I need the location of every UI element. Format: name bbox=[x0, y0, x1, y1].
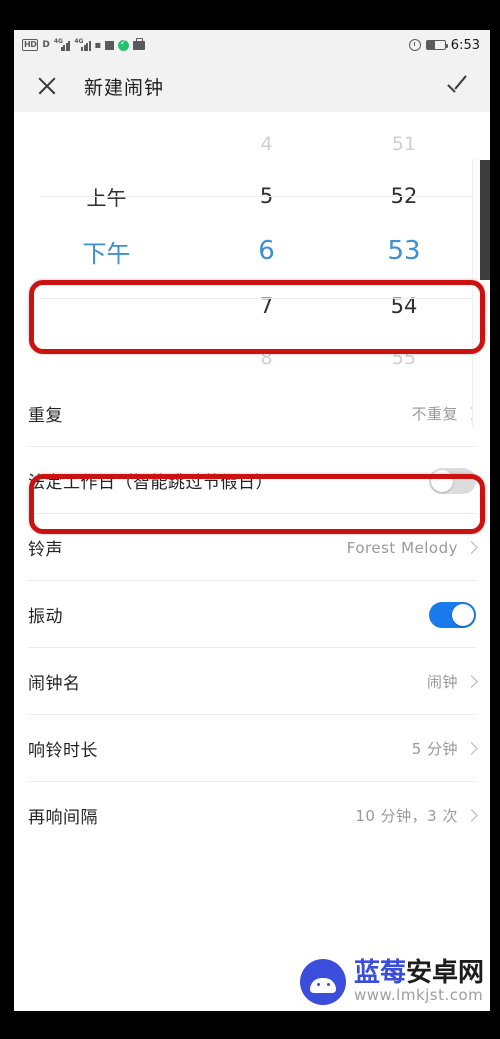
hd-icon: HD bbox=[22, 39, 39, 51]
row-value: Forest Melody bbox=[346, 538, 458, 557]
row-label: 重复 bbox=[28, 406, 63, 426]
scrollbar-thumb[interactable] bbox=[480, 160, 490, 280]
picker-divider-bottom bbox=[40, 298, 476, 299]
android-logo-icon bbox=[299, 959, 346, 1005]
minute-option[interactable]: 51 bbox=[334, 133, 474, 155]
settings-row-workday[interactable]: 法定工作日（智能跳过节假日） bbox=[14, 447, 490, 514]
settings-row-vibrate[interactable]: 振动 bbox=[14, 581, 490, 648]
minute-option[interactable]: 55 bbox=[334, 347, 474, 369]
battery-icon bbox=[425, 40, 449, 50]
time-picker[interactable]: 4 51 上午 5 52 下午 6 53 7 54 8 55 bbox=[14, 112, 490, 380]
settings-row-alarm-name[interactable]: 闹钟名 闹钟 bbox=[14, 648, 490, 715]
signal-4g-icon-2: 4G bbox=[74, 38, 91, 51]
workday-toggle[interactable] bbox=[429, 467, 476, 494]
watermark: 蓝莓安卓网 www.lmkjst.com bbox=[299, 959, 484, 1005]
chevron-right-icon bbox=[465, 541, 478, 554]
row-label: 铃声 bbox=[28, 540, 63, 560]
picker-row-selected[interactable]: 下午 6 53 bbox=[14, 222, 490, 280]
row-label: 再响间隔 bbox=[28, 808, 98, 828]
wifi-icon: ⏹ bbox=[94, 38, 101, 52]
toggle-knob bbox=[452, 603, 474, 626]
status-bar-left-icons: HD D 4G 4G ⏹ bbox=[22, 38, 145, 52]
watermark-title-blue: 蓝莓 bbox=[353, 958, 406, 989]
toggle-knob bbox=[431, 469, 453, 492]
chevron-right-icon bbox=[465, 675, 478, 688]
row-label: 法定工作日（智能跳过节假日） bbox=[28, 473, 273, 493]
alarm-icon bbox=[408, 39, 421, 51]
settings-row-snooze-interval[interactable]: 再响间隔 10 分钟，3 次 bbox=[14, 782, 490, 849]
sdcard-icon bbox=[104, 40, 114, 50]
row-label: 振动 bbox=[28, 607, 63, 627]
row-value: 10 分钟，3 次 bbox=[355, 807, 458, 825]
status-bar: HD D 4G 4G ⏹ 6:53 bbox=[14, 30, 490, 60]
hour-option-selected[interactable]: 6 bbox=[199, 236, 334, 266]
picker-row-far-below[interactable]: 8 55 bbox=[14, 332, 490, 384]
check-icon[interactable] bbox=[446, 76, 472, 96]
scrollbar-track[interactable] bbox=[472, 158, 480, 428]
chevron-right-icon bbox=[465, 742, 478, 755]
picker-divider-top bbox=[40, 196, 476, 197]
settings-row-ring-duration[interactable]: 响铃时长 5 分钟 bbox=[14, 715, 490, 782]
row-label: 闹钟名 bbox=[28, 674, 81, 694]
status-bar-right-icons: 6:53 bbox=[408, 37, 480, 53]
picker-row-below[interactable]: 7 54 bbox=[14, 280, 490, 332]
briefcase-icon bbox=[132, 38, 145, 50]
watermark-text: 蓝莓安卓网 www.lmkjst.com bbox=[354, 960, 484, 1003]
row-label: 响铃时长 bbox=[28, 741, 98, 761]
settings-row-repeat[interactable]: 重复 不重复 bbox=[14, 380, 490, 447]
picker-row-far-above[interactable]: 4 51 bbox=[14, 118, 490, 170]
signal-4g-icon: 4G bbox=[54, 38, 71, 51]
row-value: 5 分钟 bbox=[411, 740, 458, 758]
row-value: 闹钟 bbox=[426, 673, 458, 691]
settings-row-ringtone[interactable]: 铃声 Forest Melody bbox=[14, 514, 490, 581]
green-check-icon bbox=[117, 38, 129, 51]
settings-list: 重复 不重复 法定工作日（智能跳过节假日） 铃声 Forest Melody 振… bbox=[14, 380, 490, 849]
hour-option[interactable]: 8 bbox=[199, 347, 334, 369]
app-bar: 新建闹钟 bbox=[14, 60, 490, 112]
data-icon: D bbox=[42, 40, 50, 50]
chevron-right-icon bbox=[465, 809, 478, 822]
watermark-title-dark: 安卓网 bbox=[405, 958, 484, 989]
minute-option-selected[interactable]: 53 bbox=[334, 236, 474, 266]
close-icon[interactable] bbox=[36, 75, 58, 97]
vibrate-toggle[interactable] bbox=[429, 601, 476, 628]
row-value: 不重复 bbox=[411, 405, 458, 423]
watermark-url: www.lmkjst.com bbox=[353, 985, 484, 1004]
status-bar-clock: 6:53 bbox=[450, 37, 480, 53]
page-title: 新建闹钟 bbox=[84, 76, 165, 99]
phone-screen: HD D 4G 4G ⏹ 6:53 新建闹钟 4 bbox=[14, 30, 490, 1011]
ampm-option-pm-selected[interactable]: 下午 bbox=[14, 234, 199, 269]
hour-option[interactable]: 4 bbox=[199, 133, 334, 155]
